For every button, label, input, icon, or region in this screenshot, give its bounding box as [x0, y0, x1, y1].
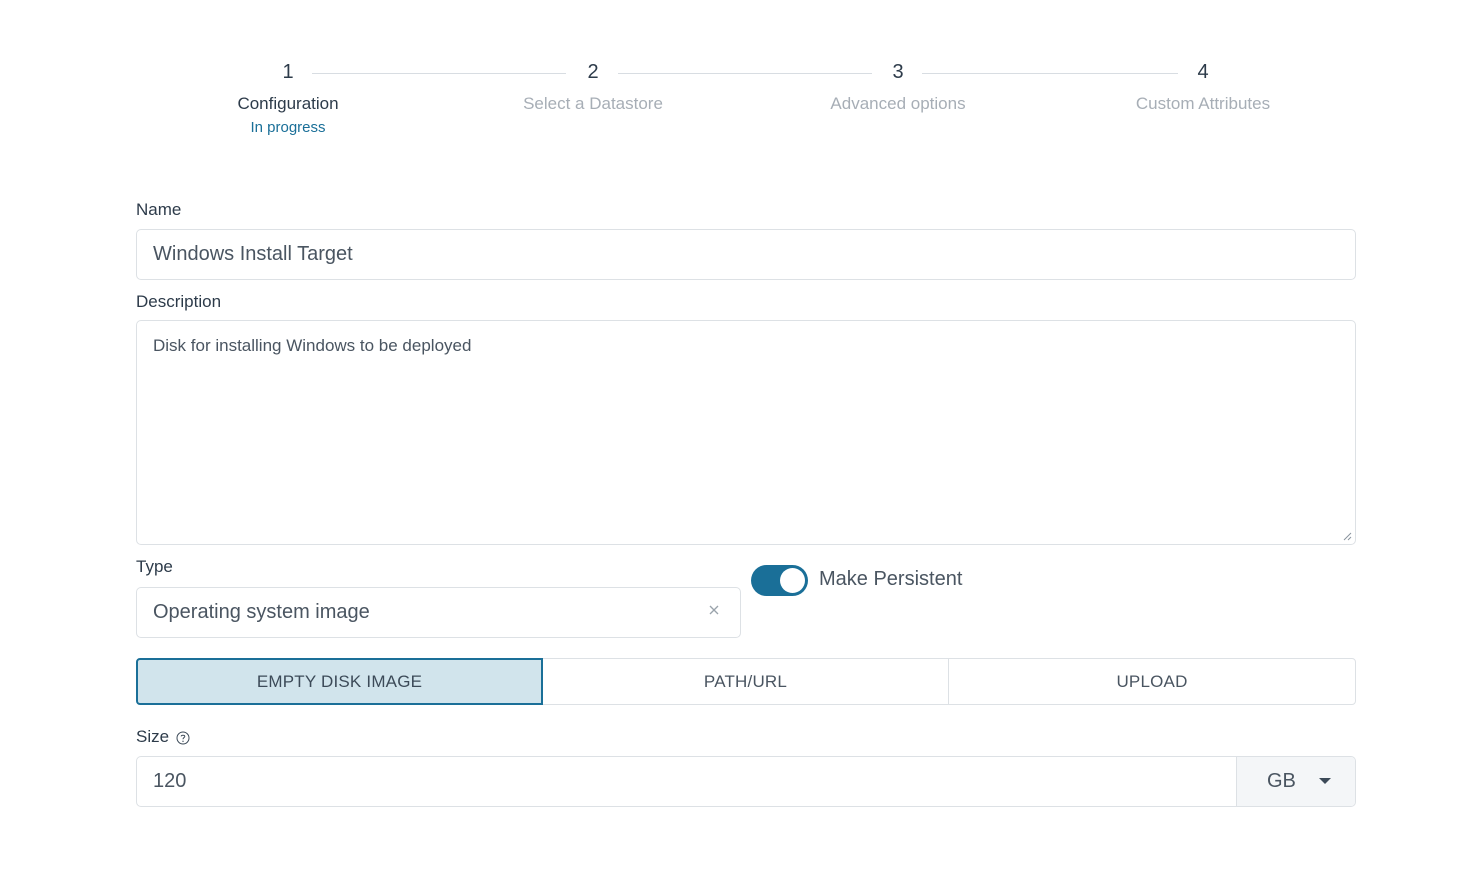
name-input[interactable]: Windows Install Target — [136, 229, 1356, 280]
size-input[interactable]: 120 — [153, 770, 186, 793]
description-label: Description — [136, 292, 222, 311]
size-unit-value: GB — [1267, 770, 1296, 792]
tab-empty-disk-image[interactable]: EMPTY DISK IMAGE — [136, 658, 543, 705]
step-title: Advanced options — [830, 94, 966, 113]
size-label: Size — [136, 727, 170, 746]
step-number: 2 — [587, 61, 599, 83]
clear-icon[interactable] — [706, 602, 722, 618]
step-select-datastore[interactable]: 2 Select a Datastore — [483, 58, 703, 116]
toggle-knob — [780, 568, 805, 593]
persistent-toggle[interactable] — [751, 565, 808, 596]
type-value: Operating system image — [153, 601, 370, 623]
name-label: Name — [136, 200, 182, 219]
type-label: Type — [136, 557, 173, 576]
step-custom-attributes[interactable]: 4 Custom Attributes — [1093, 58, 1313, 116]
step-title: Configuration — [237, 94, 339, 113]
wizard-stepper: 1 Configuration In progress 2 Select a D… — [136, 58, 1356, 148]
step-title: Select a Datastore — [523, 94, 663, 113]
step-title: Custom Attributes — [1135, 94, 1271, 113]
step-number: 1 — [282, 61, 294, 83]
tab-path-url[interactable]: PATH/URL — [542, 658, 949, 705]
chevron-down-icon — [1319, 778, 1331, 784]
size-unit-select[interactable]: GB — [1236, 757, 1355, 806]
step-status: In progress — [250, 119, 326, 136]
step-number: 4 — [1197, 61, 1209, 83]
description-value: Disk for installing Windows to be deploy… — [153, 336, 472, 355]
resize-grip-icon[interactable] — [1343, 532, 1352, 541]
step-configuration[interactable]: 1 Configuration In progress — [178, 58, 398, 138]
description-textarea[interactable]: Disk for installing Windows to be deploy… — [136, 320, 1356, 545]
help-icon[interactable] — [176, 731, 190, 745]
step-advanced-options[interactable]: 3 Advanced options — [788, 58, 1008, 116]
type-select[interactable]: Operating system image — [136, 587, 741, 638]
step-number: 3 — [892, 61, 904, 83]
name-value: Windows Install Target — [153, 243, 353, 265]
size-input-group: 120 GB — [136, 756, 1356, 807]
persistent-label: Make Persistent — [819, 568, 963, 590]
tab-upload[interactable]: UPLOAD — [948, 658, 1356, 705]
